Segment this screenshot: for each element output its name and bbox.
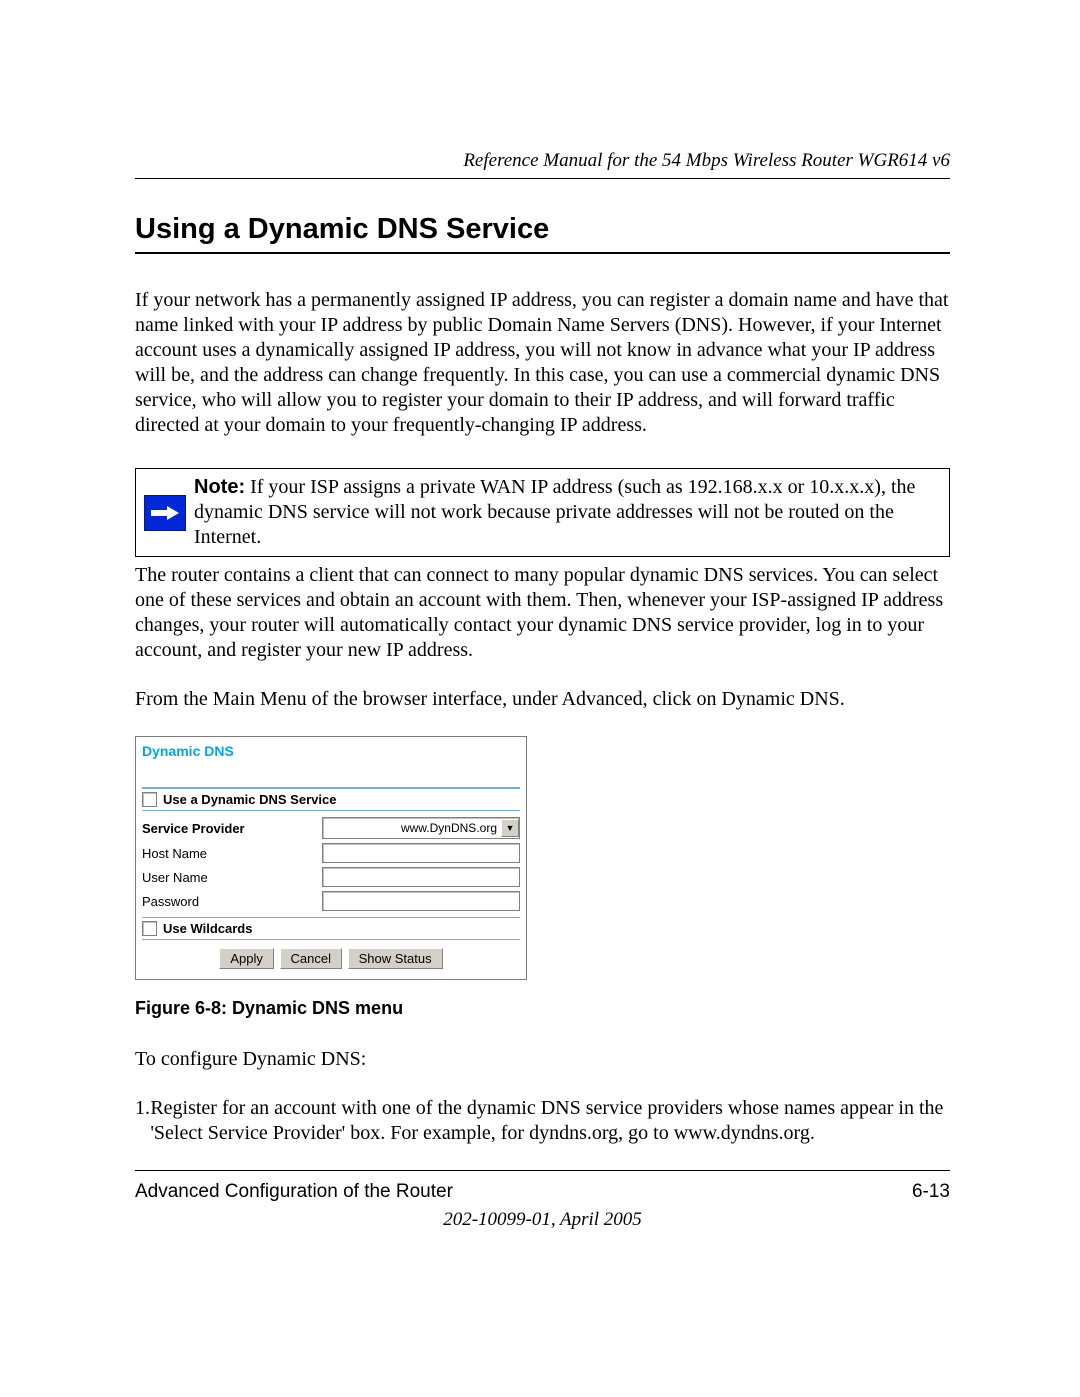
cancel-button[interactable]: Cancel	[280, 948, 342, 969]
use-wildcards-label: Use Wildcards	[163, 921, 252, 936]
password-label: Password	[142, 894, 322, 909]
use-service-row: Use a Dynamic DNS Service	[136, 789, 526, 810]
use-service-label: Use a Dynamic DNS Service	[163, 792, 336, 807]
use-wildcards-checkbox[interactable]	[142, 921, 157, 936]
note-box: Note: If your ISP assigns a private WAN …	[135, 468, 950, 557]
paragraph-4: To configure Dynamic DNS:	[135, 1047, 950, 1072]
paragraph-2: The router contains a client that can co…	[135, 563, 950, 663]
screenshot-dynamic-dns: Dynamic DNS Use a Dynamic DNS Service Se…	[135, 736, 527, 980]
paragraph-3: From the Main Menu of the browser interf…	[135, 687, 950, 712]
section-heading: Using a Dynamic DNS Service	[135, 213, 950, 246]
footer-rule	[135, 1170, 950, 1171]
footer-left: Advanced Configuration of the Router	[135, 1181, 453, 1203]
paragraph-intro: If your network has a permanently assign…	[135, 288, 950, 438]
screenshot-title: Dynamic DNS	[136, 737, 526, 763]
note-text: Note: If your ISP assigns a private WAN …	[194, 469, 949, 556]
apply-button[interactable]: Apply	[219, 948, 274, 969]
use-wildcards-row: Use Wildcards	[136, 918, 526, 939]
host-name-label: Host Name	[142, 846, 322, 861]
note-body: If your ISP assigns a private WAN IP add…	[194, 476, 915, 548]
arrow-right-icon	[144, 495, 186, 531]
host-name-input[interactable]	[322, 843, 520, 863]
service-provider-label: Service Provider	[142, 821, 322, 836]
step-1-number: 1.	[135, 1096, 150, 1146]
running-header: Reference Manual for the 54 Mbps Wireles…	[135, 150, 950, 172]
user-name-input[interactable]	[322, 867, 520, 887]
note-label: Note:	[194, 476, 245, 498]
footer-docid: 202-10099-01, April 2005	[135, 1209, 950, 1231]
user-name-label: User Name	[142, 870, 322, 885]
chevron-down-icon[interactable]: ▼	[501, 819, 519, 837]
step-1: 1. Register for an account with one of t…	[135, 1096, 950, 1146]
note-icon-cell	[136, 469, 194, 556]
service-provider-select[interactable]: www.DynDNS.org ▼	[322, 817, 520, 839]
step-1-text: Register for an account with one of the …	[150, 1096, 950, 1146]
show-status-button[interactable]: Show Status	[348, 948, 443, 969]
figure-dynamic-dns: Dynamic DNS Use a Dynamic DNS Service Se…	[135, 736, 527, 1019]
heading-rule	[135, 252, 950, 254]
footer-page-number: 6-13	[912, 1181, 950, 1203]
password-input[interactable]	[322, 891, 520, 911]
service-provider-value: www.DynDNS.org	[323, 821, 501, 835]
header-rule	[135, 178, 950, 179]
use-service-checkbox[interactable]	[142, 792, 157, 807]
figure-caption: Figure 6-8: Dynamic DNS menu	[135, 998, 527, 1019]
